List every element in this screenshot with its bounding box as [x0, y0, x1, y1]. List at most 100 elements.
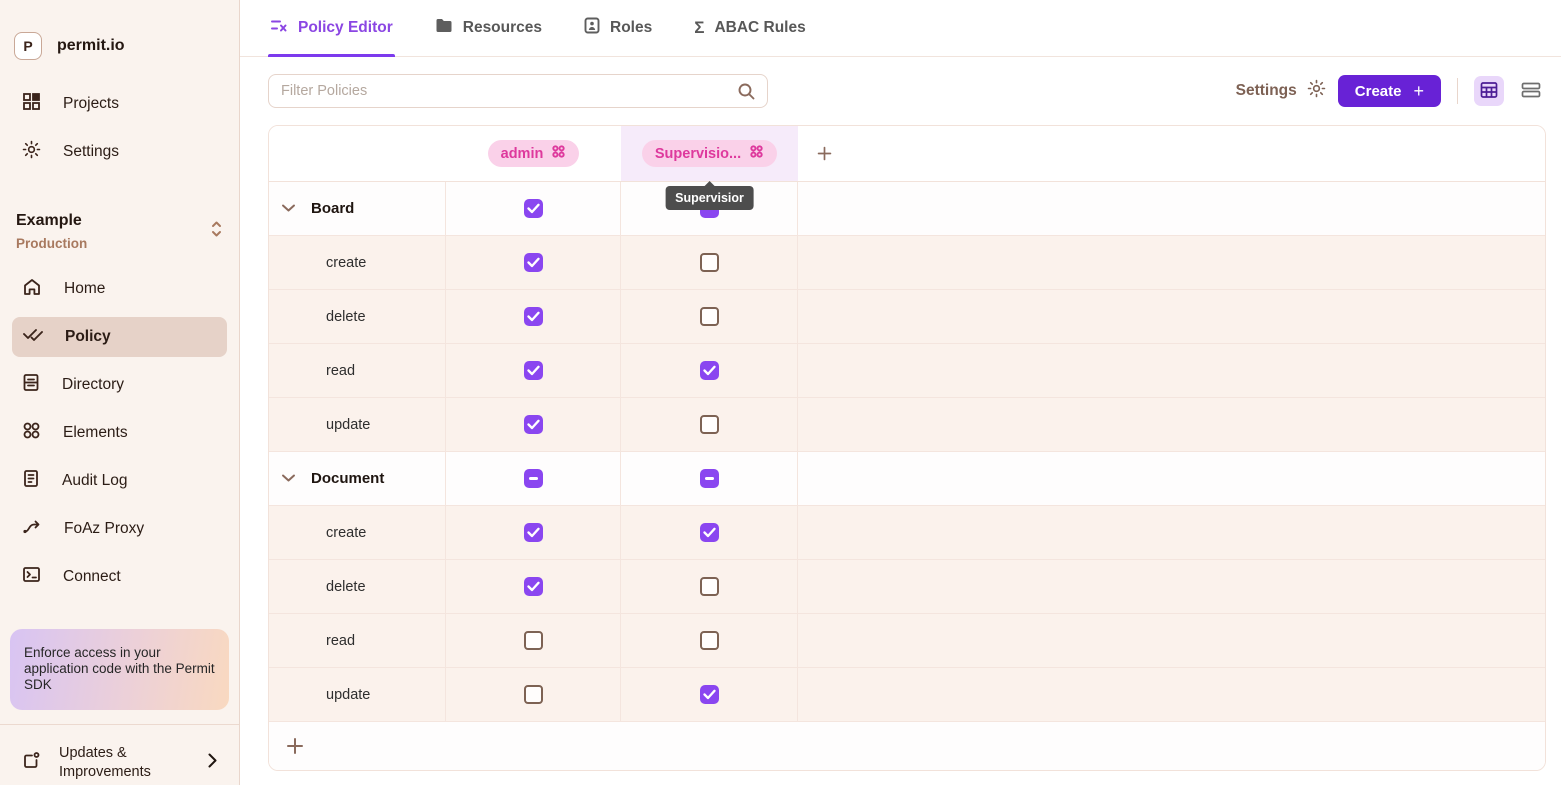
app-window: P permit.io Projects [0, 0, 1561, 785]
row-label-cell: read [269, 614, 446, 667]
permission-checkbox[interactable] [524, 523, 543, 542]
role-chip[interactable]: Supervisio... [642, 140, 777, 167]
permission-cell [446, 614, 621, 667]
home-icon [22, 277, 42, 302]
permission-checkbox[interactable] [524, 253, 543, 272]
sidebar-item-policy[interactable]: Policy [12, 317, 227, 357]
filter-policies-input[interactable] [268, 74, 768, 108]
permission-checkbox[interactable] [524, 361, 543, 380]
action-row: create [269, 236, 1545, 290]
action-row: update [269, 668, 1545, 722]
row-label-cell: update [269, 398, 446, 451]
permission-checkbox[interactable] [524, 577, 543, 596]
tab-abac-rules[interactable]: Σ ABAC Rules [692, 0, 808, 56]
sidebar-item-updates-improvements[interactable]: Updates & Improvements [12, 739, 227, 785]
empty-cell [798, 236, 1545, 289]
empty-cell [798, 344, 1545, 397]
permission-checkbox[interactable] [524, 199, 543, 218]
permit-logo[interactable]: P [14, 32, 42, 60]
permission-cell [446, 506, 621, 559]
environment-name: Production [16, 236, 87, 251]
permission-checkbox[interactable] [524, 631, 543, 650]
sidebar: P permit.io Projects [0, 0, 240, 785]
sidebar-item-settings[interactable]: Settings [12, 132, 227, 172]
role-grid-icon [551, 144, 566, 163]
permission-cell [621, 236, 798, 289]
permission-cell [446, 236, 621, 289]
permission-checkbox[interactable] [524, 685, 543, 704]
sidebar-top-nav: Projects Settings [0, 76, 239, 180]
sidebar-item-label: Elements [63, 424, 128, 442]
role-chip[interactable]: admin [488, 140, 580, 167]
tab-policy-editor[interactable]: Policy Editor [268, 0, 395, 56]
policy-settings-button[interactable]: Settings [1236, 79, 1326, 103]
permission-cell [621, 614, 798, 667]
tab-resources[interactable]: Resources [433, 0, 544, 56]
action-name: create [269, 255, 366, 271]
project-environment-selector[interactable]: Example Production [12, 212, 227, 251]
sidebar-item-label: Settings [63, 143, 119, 161]
permission-checkbox[interactable] [700, 253, 719, 272]
permission-checkbox[interactable] [700, 523, 719, 542]
add-role-button[interactable] [816, 145, 833, 162]
sidebar-item-label: Projects [63, 95, 119, 113]
grid-view-toggle[interactable] [1474, 76, 1504, 106]
permission-checkbox[interactable] [524, 307, 543, 326]
folder-icon [435, 18, 453, 38]
row-label-cell: update [269, 668, 446, 721]
permission-checkbox[interactable] [524, 469, 543, 488]
permission-checkbox[interactable] [524, 415, 543, 434]
sidebar-divider [0, 724, 239, 725]
create-button[interactable]: Create + [1338, 75, 1441, 107]
resource-name: Board [311, 200, 354, 217]
terminal-icon [22, 566, 41, 588]
sidebar-item-directory[interactable]: Directory [12, 365, 227, 405]
tab-roles[interactable]: Roles [582, 0, 654, 56]
action-row: delete [269, 290, 1545, 344]
sidebar-item-foaz-proxy[interactable]: FoAz Proxy [12, 509, 227, 549]
sidebar-main-nav: Home Policy Directory [0, 261, 239, 605]
permission-checkbox[interactable] [700, 307, 719, 326]
add-role-cell [798, 126, 1545, 181]
role-name: Supervisio... [655, 146, 741, 162]
permission-cell [446, 560, 621, 613]
empty-cell [798, 182, 1545, 235]
add-resource-button[interactable] [285, 736, 305, 756]
sigma-icon: Σ [694, 18, 704, 38]
permission-checkbox[interactable] [700, 415, 719, 434]
list-view-toggle[interactable] [1516, 76, 1546, 106]
permission-checkbox[interactable] [700, 577, 719, 596]
sidebar-item-elements[interactable]: Elements [12, 413, 227, 453]
logo-letter: P [23, 38, 32, 54]
permission-checkbox[interactable] [700, 361, 719, 380]
action-row: read [269, 614, 1545, 668]
permission-checkbox[interactable] [700, 631, 719, 650]
chevron-updown-icon [210, 220, 223, 243]
action-row: create [269, 506, 1545, 560]
sidebar-item-projects[interactable]: Projects [12, 84, 227, 124]
sidebar-item-label: Updates & Improvements [59, 744, 179, 780]
main-content: Policy Editor Resources [240, 0, 1561, 785]
settings-label: Settings [1236, 82, 1297, 100]
permission-cell [446, 182, 621, 235]
role-column-header: Supervisio...Supervisior [621, 126, 798, 181]
sdk-promo-banner[interactable]: Enforce access in your application code … [10, 629, 229, 710]
projects-grid-icon [22, 92, 41, 116]
action-name: update [269, 417, 370, 433]
double-check-icon [22, 328, 43, 347]
sidebar-item-audit-log[interactable]: Audit Log [12, 461, 227, 501]
row-label-cell: Board [269, 182, 446, 235]
sidebar-item-home[interactable]: Home [12, 269, 227, 309]
permission-checkbox[interactable] [700, 685, 719, 704]
sidebar-item-connect[interactable]: Connect [12, 557, 227, 597]
role-column-header: admin [446, 126, 621, 181]
toolbar: Settings Create + [268, 74, 1546, 108]
action-name: delete [269, 309, 366, 325]
tab-label: Roles [610, 19, 652, 37]
resource-row: Board [269, 182, 1545, 236]
permission-checkbox[interactable] [700, 469, 719, 488]
chevron-down-icon[interactable] [281, 470, 296, 487]
chevron-down-icon[interactable] [281, 200, 296, 217]
chevron-right-icon [208, 753, 217, 773]
promo-text: Enforce access in your application code … [24, 645, 215, 692]
